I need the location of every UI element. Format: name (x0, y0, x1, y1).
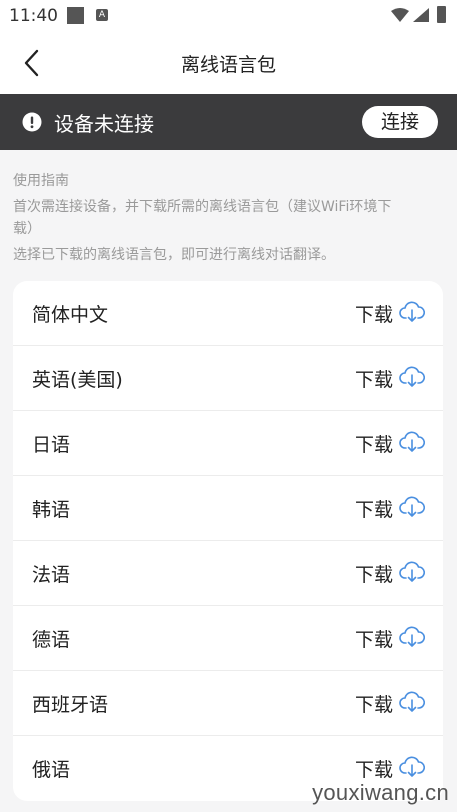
download-button[interactable]: 下载 (355, 755, 393, 782)
download-button[interactable]: 下载 (355, 625, 393, 652)
language-name: 德语 (32, 628, 71, 651)
list-item[interactable]: 简体中文 下载 (13, 281, 443, 346)
notification-square-icon (67, 7, 84, 24)
download-button[interactable]: 下载 (355, 300, 393, 327)
download-button[interactable]: 下载 (355, 560, 393, 587)
list-item[interactable]: 英语(美国) 下载 (13, 346, 443, 411)
notification-app-icon: A (96, 9, 108, 21)
guide-text-2: 选择已下载的离线语言包，即可进行离线对话翻译。 (13, 247, 335, 263)
usage-guide: 使用指南 首次需连接设备，并下载所需的离线语言包（建议WiFi环境下 载） 选择… (13, 170, 443, 266)
download-button[interactable]: 下载 (355, 690, 393, 717)
language-name: 简体中文 (32, 303, 109, 326)
language-name: 西班牙语 (32, 693, 109, 716)
cloud-download-icon[interactable] (399, 756, 425, 778)
list-item[interactable]: 日语 下载 (13, 411, 443, 476)
download-button[interactable]: 下载 (355, 430, 393, 457)
signal-icon (413, 8, 429, 22)
cloud-download-icon[interactable] (399, 561, 425, 583)
language-name: 日语 (32, 433, 71, 456)
cloud-download-icon[interactable] (399, 431, 425, 453)
connect-button[interactable]: 连接 (362, 106, 438, 138)
language-name: 韩语 (32, 498, 71, 521)
guide-title: 使用指南 (13, 173, 69, 189)
wifi-icon (391, 8, 409, 22)
page-title: 离线语言包 (180, 54, 276, 76)
status-bar: 11:40 A (0, 0, 457, 32)
watermark-text: youxiwang.cn (312, 780, 449, 805)
alert-circle-icon (22, 112, 42, 132)
download-button[interactable]: 下载 (355, 495, 393, 522)
language-name: 俄语 (32, 758, 71, 781)
guide-text-1-cont: 载） (13, 221, 41, 237)
device-status-text: 设备未连接 (54, 112, 154, 136)
list-item[interactable]: 法语 下载 (13, 541, 443, 606)
cloud-download-icon[interactable] (399, 301, 425, 323)
status-time: 11:40 (9, 6, 58, 26)
list-item[interactable]: 西班牙语 下载 (13, 671, 443, 736)
language-pack-list: 简体中文 下载 英语(美国) 下载 日语 下载 韩语 下载 法语 下载 德语 下… (13, 281, 443, 801)
language-name: 法语 (32, 563, 71, 586)
device-status-banner: 设备未连接 连接 (0, 94, 457, 150)
language-name: 英语(美国) (32, 368, 123, 391)
list-item[interactable]: 德语 下载 (13, 606, 443, 671)
cloud-download-icon[interactable] (399, 366, 425, 388)
list-item[interactable]: 韩语 下载 (13, 476, 443, 541)
cloud-download-icon[interactable] (399, 496, 425, 518)
cloud-download-icon[interactable] (399, 626, 425, 648)
cloud-download-icon[interactable] (399, 691, 425, 713)
battery-icon (437, 6, 446, 23)
download-button[interactable]: 下载 (355, 365, 393, 392)
guide-text-1: 首次需连接设备，并下载所需的离线语言包（建议WiFi环境下 (13, 199, 392, 215)
nav-bar: 离线语言包 (0, 32, 457, 94)
